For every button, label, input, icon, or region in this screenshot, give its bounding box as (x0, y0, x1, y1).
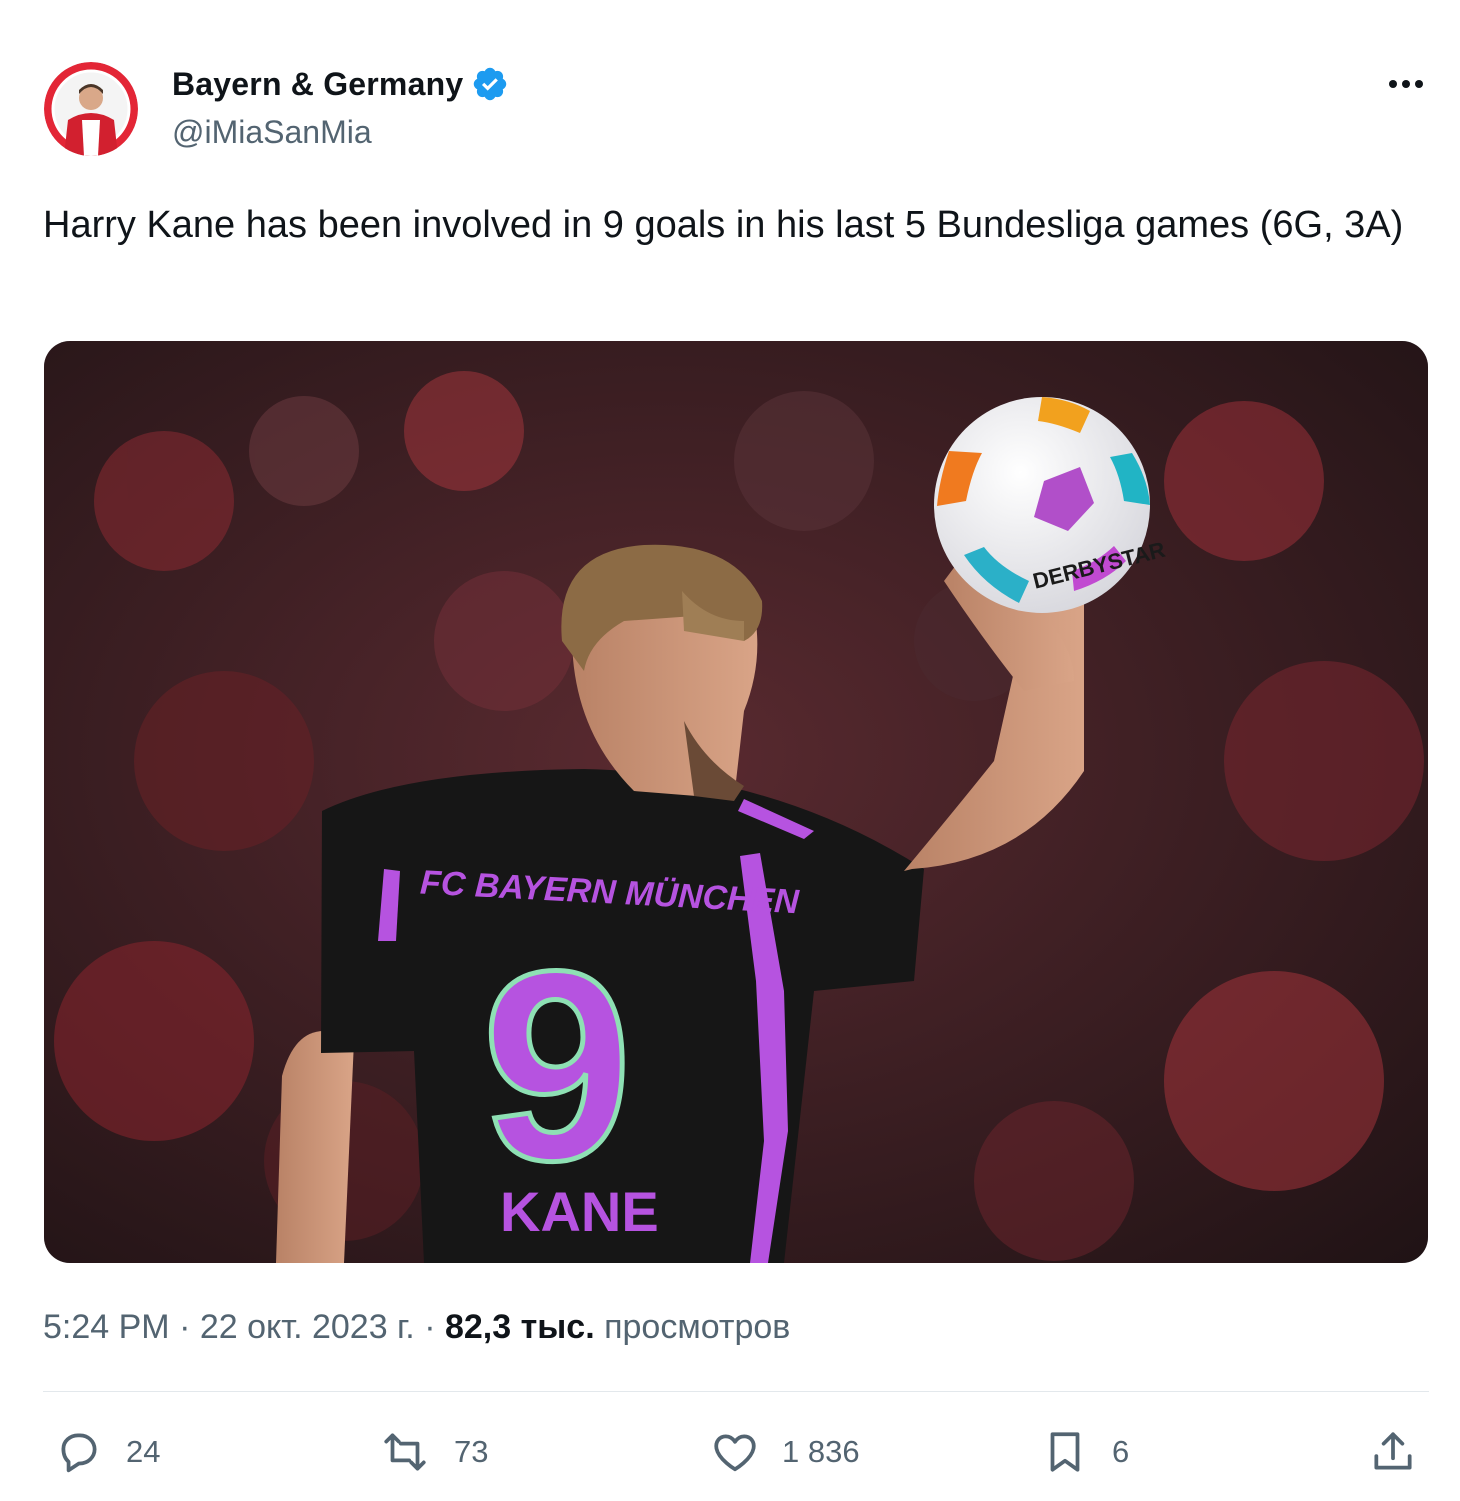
repost-button[interactable]: 73 (380, 1420, 488, 1484)
jersey-number-text: 9 (482, 916, 632, 1217)
bookmark-icon (1050, 1432, 1080, 1472)
tweet-text: Harry Kane has been involved in 9 goals … (43, 204, 1404, 246)
photo-image: DERBYSTAR FC BAYERN MÜNCHEN 9 KANE (44, 341, 1428, 1263)
tweet-card: Bayern & Germany @iMiaSanMia Harry Kane … (0, 0, 1460, 1501)
share-button[interactable] (1368, 1420, 1418, 1484)
tweet-meta: 5:24 PM · 22 окт. 2023 г. · 82,3 тыс. пр… (43, 1308, 790, 1347)
like-icon (714, 1434, 756, 1472)
reply-button[interactable]: 24 (54, 1420, 160, 1484)
like-button[interactable]: 1 836 (710, 1420, 860, 1484)
repost-count: 73 (454, 1434, 489, 1469)
views-count[interactable]: 82,3 тыс. (445, 1308, 595, 1346)
like-count: 1 836 (782, 1434, 860, 1469)
avatar-image (44, 62, 138, 156)
divider (43, 1391, 1429, 1392)
share-icon (1374, 1432, 1412, 1470)
author-handle[interactable]: @iMiaSanMia (172, 114, 372, 151)
repost-icon (384, 1433, 426, 1471)
reply-count: 24 (126, 1434, 161, 1469)
bookmark-count: 6 (1112, 1434, 1130, 1469)
meta-separator: · (414, 1308, 445, 1346)
verified-badge-icon[interactable] (471, 65, 509, 103)
post-time[interactable]: 5:24 PM (43, 1308, 170, 1346)
author-display-name[interactable]: Bayern & Germany (172, 66, 463, 103)
bookmark-button[interactable]: 6 (1040, 1420, 1129, 1484)
reply-icon (61, 1433, 97, 1473)
tweet-photo[interactable]: DERBYSTAR FC BAYERN MÜNCHEN 9 KANE (44, 341, 1428, 1263)
jersey-name-text: KANE (500, 1180, 659, 1243)
avatar[interactable] (44, 62, 138, 156)
post-date[interactable]: 22 окт. 2023 г. (200, 1308, 415, 1346)
author-name-row[interactable]: Bayern & Germany (172, 62, 509, 106)
meta-separator: · (169, 1308, 200, 1346)
more-icon[interactable] (1384, 64, 1428, 104)
views-label: просмотров (594, 1308, 791, 1346)
